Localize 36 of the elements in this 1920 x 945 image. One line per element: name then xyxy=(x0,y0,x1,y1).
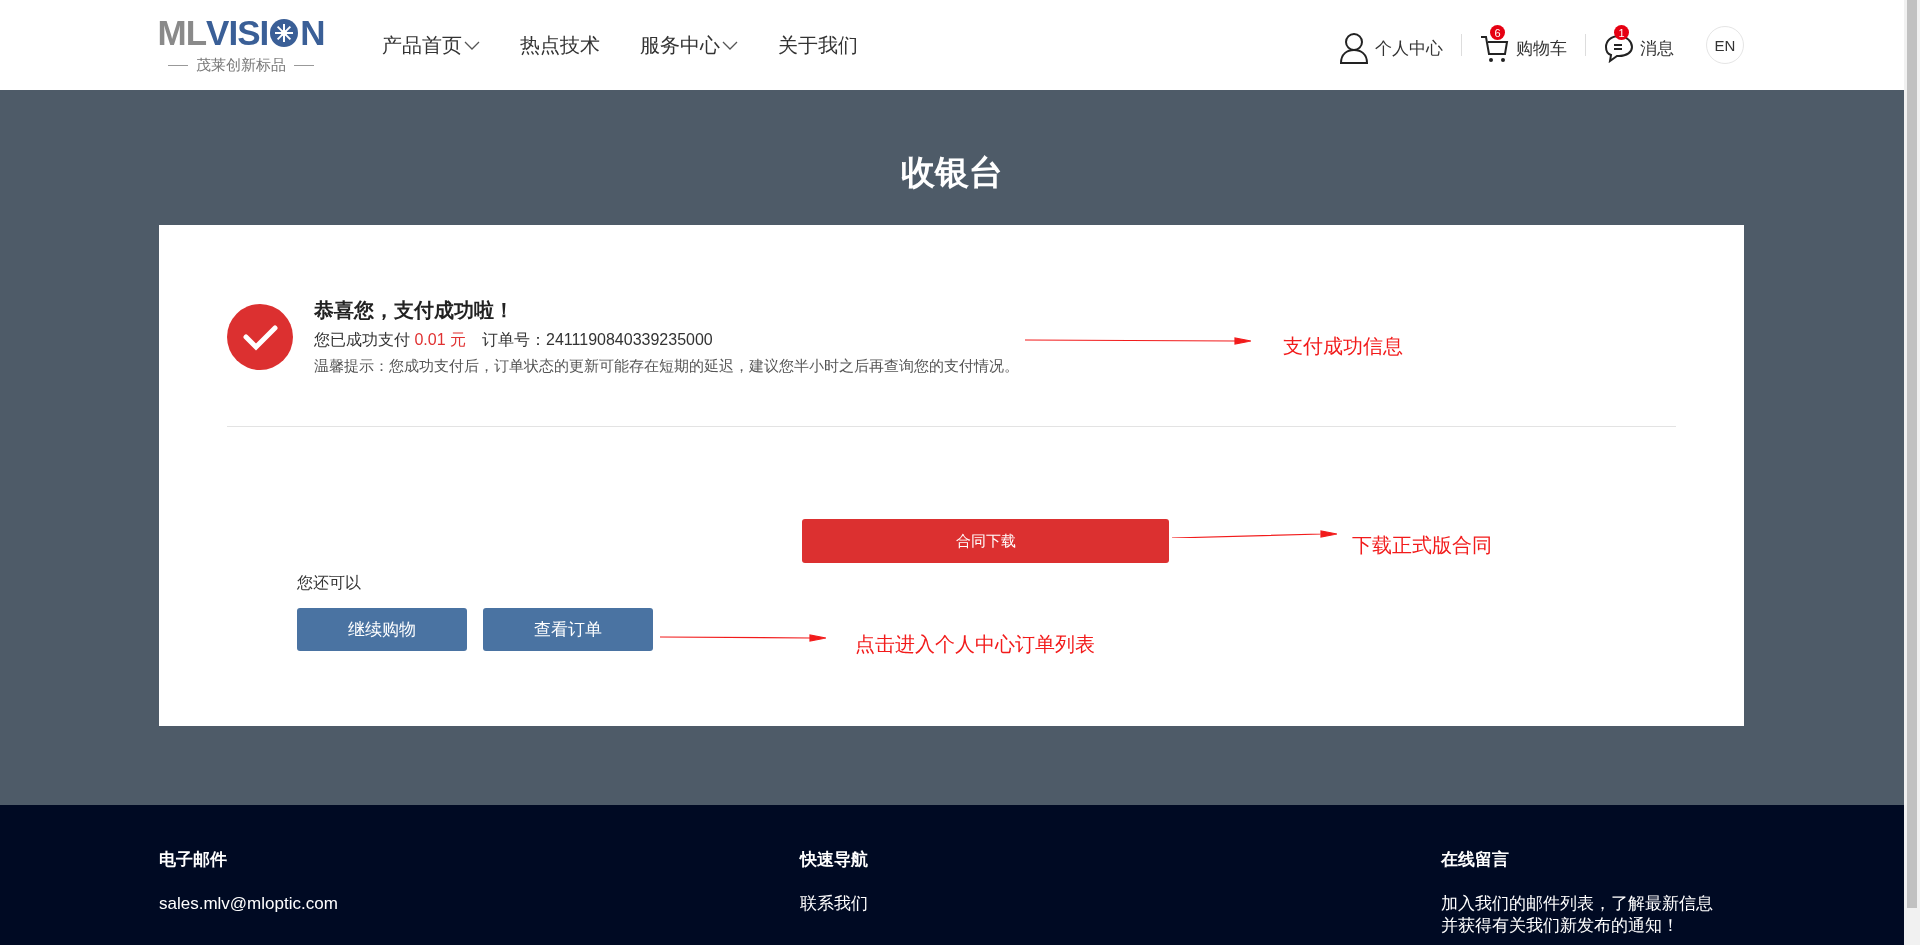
count-badge: 1 xyxy=(1614,25,1629,40)
success-title: 恭喜您，支付成功啦！ xyxy=(314,298,515,323)
paid-amount: 您已成功支付 0.01 元 xyxy=(314,330,467,350)
footer-heading: 电子邮件 xyxy=(159,849,227,871)
chevron-down-icon xyxy=(722,40,738,50)
annotation-text: 支付成功信息 xyxy=(1283,334,1403,359)
footer-text[interactable]: 联系我们 xyxy=(800,893,1441,915)
nav-link[interactable]: 关于我们 xyxy=(778,31,858,59)
action-button[interactable]: 继续购物 xyxy=(297,608,467,651)
header-link[interactable]: 个人中心 xyxy=(1321,22,1461,68)
footer-heading: 在线留言 xyxy=(1441,849,1509,871)
header-link[interactable]: 6 购物车 xyxy=(1462,23,1585,67)
nav-link[interactable]: 热点技术 xyxy=(520,31,600,59)
annotation-text: 点击进入个人中心订单列表 xyxy=(855,632,1095,657)
action-button[interactable]: 查看订单 xyxy=(483,608,653,651)
success-check-icon xyxy=(227,303,293,370)
chevron-down-icon xyxy=(464,40,480,50)
more-options-label: 您还可以 xyxy=(297,573,361,593)
count-badge: 6 xyxy=(1490,25,1505,40)
page-title: 收银台 xyxy=(901,152,1003,193)
annotation-text: 下载正式版合同 xyxy=(1352,533,1492,558)
order-number: 订单号：2411190840339235000 xyxy=(482,330,713,350)
footer-text: 并获得有关我们新发布的通知！ xyxy=(1441,915,1680,937)
language-button[interactable]: EN xyxy=(1706,26,1744,64)
header-link[interactable]: 1 消息 xyxy=(1586,23,1692,67)
footer-text: 加入我们的邮件列表，了解最新信息 xyxy=(1441,893,1714,915)
download-contract-button[interactable]: 合同下载 xyxy=(802,519,1169,563)
sun-icon xyxy=(269,17,300,48)
nav-link[interactable]: 产品首页 xyxy=(382,31,480,59)
footer-heading: 快速导航 xyxy=(800,849,868,871)
tip-text: 温馨提示：您成功支付后，订单状态的更新可能存在短期的延迟，建议您半小时之后再查询您的支付情况。 xyxy=(314,357,1019,376)
logo[interactable]: MLVISI N 茂莱创新标品 xyxy=(158,15,324,75)
nav-link[interactable]: 服务中心 xyxy=(640,31,738,59)
scrollbar[interactable] xyxy=(1904,0,1920,945)
user-icon xyxy=(1339,32,1369,64)
footer-text[interactable]: sales.mlv@mloptic.com xyxy=(159,893,800,915)
